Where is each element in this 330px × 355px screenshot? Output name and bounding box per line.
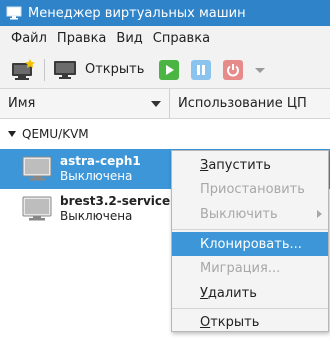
column-header: Имя Использование ЦП: [0, 89, 330, 119]
window-title: Менеджер виртуальных машин: [28, 5, 246, 21]
connection-label: QEMU/KVM: [22, 127, 89, 141]
menu-help[interactable]: Справка: [148, 31, 215, 46]
vm-monitor-icon: [22, 196, 52, 221]
monitor-icon: [54, 60, 76, 79]
toolbar-separator: [44, 58, 45, 81]
vm-name: astra-ceph1: [60, 154, 141, 168]
menu-separator: [172, 228, 328, 230]
menu-separator: [172, 307, 328, 309]
open-button[interactable]: Открыть: [53, 55, 144, 85]
pause-icon: [191, 59, 212, 80]
open-label: ткрыть: [210, 315, 260, 331]
run-button[interactable]: [158, 55, 180, 85]
vm-name: brest3.2-service: [60, 194, 171, 208]
app-monitor-icon: [6, 6, 22, 20]
power-icon: [223, 59, 244, 80]
menubar: Файл Правка Вид Справка: [0, 26, 330, 51]
menu-item-run[interactable]: Запустить: [172, 153, 328, 178]
vm-text: brest3.2-service Выключена: [60, 194, 170, 224]
migrate-label: Миграция...: [200, 261, 281, 277]
shutdown-label: Выключить: [200, 206, 278, 222]
vm-state: Выключена: [60, 209, 133, 223]
column-cpu-header[interactable]: Использование ЦП: [170, 96, 307, 111]
play-icon: [159, 59, 180, 80]
open-button-label: Открыть: [85, 62, 145, 77]
run-label: апустить: [208, 157, 271, 173]
window-titlebar[interactable]: Менеджер виртуальных машин: [0, 0, 330, 26]
chevron-down-icon: [255, 67, 266, 73]
delete-label: далить: [207, 285, 257, 301]
clone-label: Клонировать...: [200, 236, 302, 252]
vm-monitor-icon: [22, 156, 52, 181]
delete-mnemonic: У: [200, 285, 208, 301]
run-mnemonic: З: [200, 157, 209, 173]
shutdown-button[interactable]: [222, 55, 244, 85]
column-cpu-label: Использование ЦП: [178, 96, 307, 111]
vm-text: astra-ceph1 Выключена: [60, 154, 141, 184]
menu-item-open[interactable]: Открыть: [172, 311, 328, 336]
menu-item-shutdown[interactable]: Выключить: [172, 202, 328, 227]
open-mnemonic: О: [200, 315, 211, 331]
column-name-header[interactable]: Имя: [0, 89, 170, 118]
connection-group-row[interactable]: QEMU/KVM: [0, 123, 89, 145]
menu-item-migrate[interactable]: Миграция...: [172, 256, 328, 281]
expander-icon[interactable]: [8, 131, 16, 137]
pause-label: Приостановить: [200, 182, 305, 198]
vm-context-menu: Запустить Приостановить Выключить Клонир…: [171, 150, 329, 332]
column-name-label: Имя: [8, 96, 36, 111]
shutdown-dropdown-button[interactable]: [254, 55, 266, 85]
pause-button[interactable]: [190, 55, 212, 85]
new-vm-button[interactable]: [10, 55, 36, 85]
menu-edit[interactable]: Правка: [52, 31, 111, 46]
submenu-arrow-icon: [317, 210, 322, 219]
menu-item-pause[interactable]: Приостановить: [172, 178, 328, 203]
menu-view[interactable]: Вид: [111, 31, 147, 46]
sort-arrow-icon: [151, 100, 161, 107]
menu-file[interactable]: Файл: [6, 31, 52, 46]
vm-state: Выключена: [60, 169, 133, 183]
toolbar: Открыть: [0, 51, 330, 89]
menu-item-clone[interactable]: Клонировать...: [172, 231, 328, 257]
menu-item-delete[interactable]: Удалить: [172, 281, 328, 306]
new-vm-icon: [12, 58, 35, 80]
